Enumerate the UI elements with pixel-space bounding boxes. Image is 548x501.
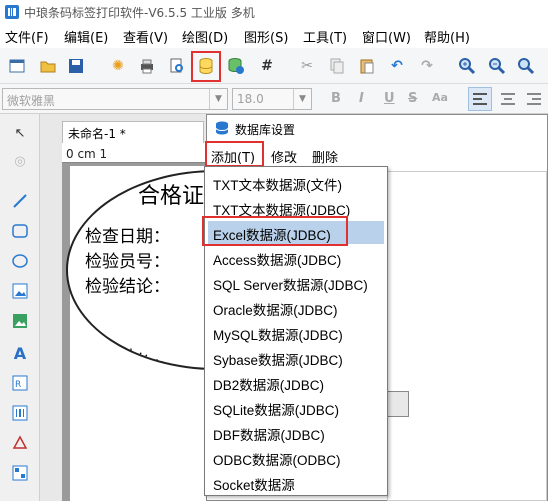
zoom-fit-icon[interactable]	[514, 54, 538, 78]
font-family-select[interactable]: 微软雅黑 ▼	[2, 88, 228, 110]
dialog-button[interactable]	[387, 391, 409, 417]
app-logo-icon	[5, 5, 19, 19]
database-settings-icon[interactable]	[194, 54, 218, 78]
dialog-menu-add[interactable]: 添加(T)	[211, 147, 255, 166]
menu-shape[interactable]: 图形(S)	[244, 27, 288, 46]
inspector-id-label: 检验员号：	[85, 252, 170, 272]
database-link-icon[interactable]	[224, 54, 248, 78]
rectangle-tool-icon[interactable]	[9, 220, 31, 242]
rotate-icon[interactable]: ◎	[9, 150, 31, 172]
ellipse-tool-icon[interactable]	[9, 250, 31, 272]
menu-bar: 文件(F) 编辑(E) 查看(V) 绘图(D) 图形(S) 工具(T) 窗口(W…	[0, 24, 548, 48]
image-tool-icon[interactable]	[9, 280, 31, 302]
menu-item-socket[interactable]: Socket数据源	[208, 471, 384, 494]
font-size-value: 18.0	[237, 92, 264, 106]
menu-item-access-jdbc[interactable]: Access数据源(JDBC)	[208, 246, 384, 269]
menu-item-sybase-jdbc[interactable]: Sybase数据源(JDBC)	[208, 346, 384, 369]
font-size-select[interactable]: 18.0 ▼	[232, 88, 312, 110]
document-tab-label: 未命名-1 *	[68, 127, 126, 141]
undo-icon[interactable]: ↶	[385, 54, 409, 78]
database-icon	[215, 121, 229, 135]
font-family-value: 微软雅黑	[7, 94, 56, 108]
menu-item-oracle-jdbc[interactable]: Oracle数据源(JDBC)	[208, 296, 384, 319]
menu-item-txt-file[interactable]: TXT文本数据源(文件)	[208, 171, 384, 194]
line-tool-icon[interactable]	[9, 190, 31, 212]
inspection-date-label: 检查日期：	[85, 227, 170, 247]
menu-item-txt-jdbc[interactable]: TXT文本数据源(JDBC)	[208, 196, 384, 219]
svg-text:R: R	[15, 380, 21, 390]
dialog-title-bar: 数据库设置	[207, 115, 547, 141]
dialog-menu-delete[interactable]: 删除	[312, 147, 338, 166]
menu-edit[interactable]: 编辑(E)	[64, 27, 108, 46]
print-icon[interactable]	[135, 54, 159, 78]
save-icon[interactable]	[64, 54, 88, 78]
bold-button[interactable]: B	[331, 91, 341, 106]
dialog-menu-bar: 添加(T) 修改 删除	[207, 143, 547, 167]
datasource-list-panel[interactable]	[387, 171, 547, 501]
add-datasource-dropdown: TXT文本数据源(文件) TXT文本数据源(JDBC) Excel数据源(JDB…	[204, 166, 388, 496]
format-toolbar: 微软雅黑 ▼ 18.0 ▼ B I U S Aa	[0, 84, 548, 114]
document-tab[interactable]: 未命名-1 *	[62, 121, 204, 143]
menu-item-sqlite-jdbc[interactable]: SQLite数据源(JDBC)	[208, 396, 384, 419]
main-toolbar: ✺ # ✂ ↶ ↷	[0, 48, 548, 84]
inspection-result-label: 检验结论：	[85, 277, 170, 297]
dialog-menu-edit[interactable]: 修改	[271, 147, 297, 166]
text-case-button[interactable]: Aa	[432, 91, 448, 104]
paste-icon[interactable]	[355, 54, 379, 78]
copy-icon[interactable]	[325, 54, 349, 78]
horizontal-ruler: 0 cm 1	[62, 143, 212, 163]
underline-button[interactable]: U	[384, 91, 395, 106]
menu-item-dbf-jdbc[interactable]: DBF数据源(JDBC)	[208, 421, 384, 444]
menu-item-mysql-jdbc[interactable]: MySQL数据源(JDBC)	[208, 321, 384, 344]
align-center-icon[interactable]	[496, 87, 520, 111]
barcode-tool-icon[interactable]	[9, 402, 31, 424]
print-preview-icon[interactable]	[165, 54, 189, 78]
menu-item-odbc[interactable]: ODBC数据源(ODBC)	[208, 446, 384, 469]
open-folder-icon[interactable]	[36, 54, 60, 78]
chevron-down-icon: ▼	[209, 89, 227, 109]
menu-item-sqlserver-jdbc[interactable]: SQL Server数据源(JDBC)	[208, 271, 384, 294]
qrcode-tool-icon[interactable]	[9, 462, 31, 484]
rich-text-tool-icon[interactable]: R	[9, 372, 31, 394]
window-title: 中琅条码标签打印软件-V6.5.5 工业版 多机	[24, 6, 255, 20]
italic-button[interactable]: I	[359, 91, 364, 106]
align-left-icon[interactable]	[468, 87, 492, 111]
certificate-heading: 合格证	[138, 184, 205, 209]
menu-tools[interactable]: 工具(T)	[303, 27, 347, 46]
settings-gear-icon[interactable]: ✺	[106, 54, 130, 78]
polygon-tool-icon[interactable]	[9, 432, 31, 454]
new-file-icon[interactable]	[5, 54, 29, 78]
align-right-icon[interactable]	[522, 87, 546, 111]
cut-icon[interactable]: ✂	[295, 54, 319, 78]
dialog-title: 数据库设置	[235, 123, 296, 137]
menu-file[interactable]: 文件(F)	[5, 27, 49, 46]
select-pointer-icon[interactable]: ↖	[9, 122, 31, 144]
text-tool-icon[interactable]: A	[9, 342, 31, 364]
drawing-tools-panel: ↖ ◎ A R	[0, 114, 40, 501]
menu-item-excel-jdbc[interactable]: Excel数据源(JDBC)	[208, 221, 384, 244]
picture-tool-icon[interactable]	[9, 310, 31, 332]
menu-view[interactable]: 查看(V)	[123, 27, 168, 46]
zoom-in-icon[interactable]	[455, 54, 479, 78]
menu-item-db2-jdbc[interactable]: DB2数据源(JDBC)	[208, 371, 384, 394]
redo-icon[interactable]: ↷	[415, 54, 439, 78]
grid-icon[interactable]: #	[255, 54, 279, 78]
zoom-out-icon[interactable]	[485, 54, 509, 78]
chevron-down-icon: ▼	[293, 89, 311, 109]
menu-window[interactable]: 窗口(W)	[362, 27, 411, 46]
strikethrough-button[interactable]: S	[408, 91, 417, 106]
title-bar: 中琅条码标签打印软件-V6.5.5 工业版 多机	[0, 0, 548, 24]
menu-help[interactable]: 帮助(H)	[424, 27, 470, 46]
menu-draw[interactable]: 绘图(D)	[182, 27, 228, 46]
ruler-label: 0 cm 1	[66, 147, 108, 161]
